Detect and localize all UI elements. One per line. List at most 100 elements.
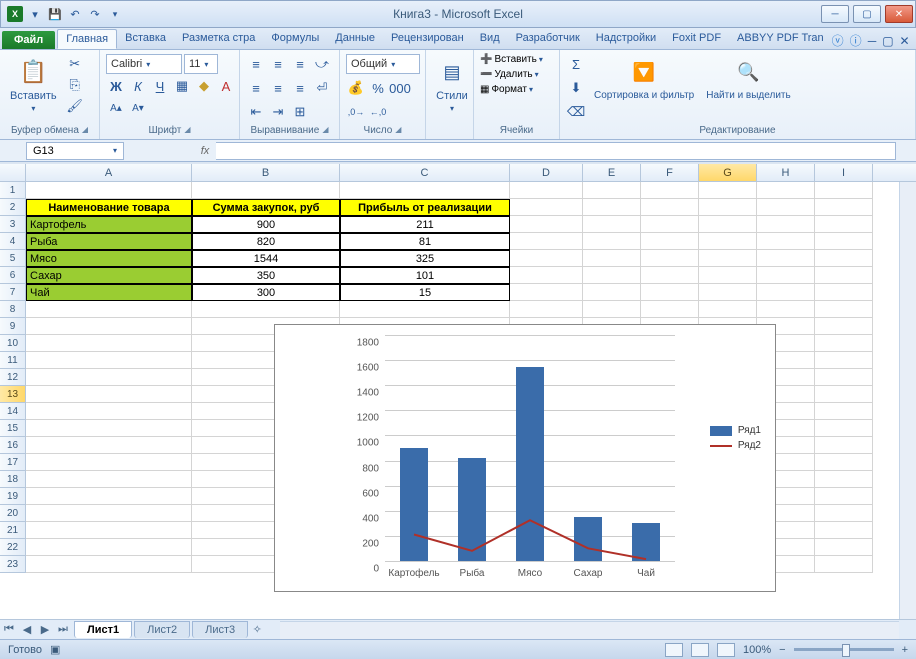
mdi-close-icon[interactable]: ✕	[900, 34, 910, 48]
cell-A22[interactable]	[26, 539, 192, 556]
cell-C7[interactable]: 15	[340, 284, 510, 301]
increase-font-icon[interactable]: A▴	[106, 98, 126, 118]
horizontal-scrollbar[interactable]	[280, 621, 899, 639]
ribbon-tab-10[interactable]: ABBYY PDF Tran	[729, 29, 832, 49]
cell-I21[interactable]	[815, 522, 873, 539]
row-header-12[interactable]: 12	[0, 369, 26, 386]
bold-button[interactable]: Ж	[106, 76, 126, 96]
sheet-nav-last-icon[interactable]: ⏭	[54, 623, 72, 636]
row-header-15[interactable]: 15	[0, 420, 26, 437]
sheet-nav-next-icon[interactable]: ▶	[36, 623, 54, 636]
fill-icon[interactable]: ⬇	[566, 78, 586, 98]
cell-I3[interactable]	[815, 216, 873, 233]
currency-icon[interactable]: 💰	[346, 78, 366, 98]
row-header-23[interactable]: 23	[0, 556, 26, 573]
cell-A13[interactable]	[26, 386, 192, 403]
formula-input[interactable]	[216, 142, 896, 160]
page-layout-view-button[interactable]	[691, 643, 709, 657]
cell-I7[interactable]	[815, 284, 873, 301]
cell-E6[interactable]	[583, 267, 641, 284]
sheet-nav-prev-icon[interactable]: ◀	[18, 623, 36, 636]
clear-icon[interactable]: ⌫	[566, 102, 586, 122]
select-all-corner[interactable]	[0, 164, 26, 181]
column-header-B[interactable]: B	[192, 164, 340, 181]
percent-icon[interactable]: %	[368, 78, 388, 98]
sheet-tab-2[interactable]: Лист3	[192, 621, 248, 638]
cell-H4[interactable]	[757, 233, 815, 250]
cell-I23[interactable]	[815, 556, 873, 573]
qat-more-icon[interactable]: ▾	[107, 6, 123, 22]
ribbon-tab-7[interactable]: Разработчик	[508, 29, 588, 49]
ribbon-tab-4[interactable]: Данные	[327, 29, 383, 49]
cell-A15[interactable]	[26, 420, 192, 437]
cell-A7[interactable]: Чай	[26, 284, 192, 301]
cell-A4[interactable]: Рыба	[26, 233, 192, 250]
cell-E8[interactable]	[583, 301, 641, 318]
cell-I8[interactable]	[815, 301, 873, 318]
cell-I20[interactable]	[815, 505, 873, 522]
cell-C6[interactable]: 101	[340, 267, 510, 284]
column-header-C[interactable]: C	[340, 164, 510, 181]
vertical-scrollbar[interactable]	[899, 182, 916, 619]
row-header-19[interactable]: 19	[0, 488, 26, 505]
cell-I13[interactable]	[815, 386, 873, 403]
cell-A3[interactable]: Картофель	[26, 216, 192, 233]
cell-A8[interactable]	[26, 301, 192, 318]
comma-icon[interactable]: 000	[390, 78, 410, 98]
cell-C2[interactable]: Прибыль от реализации	[340, 199, 510, 216]
ribbon-tab-3[interactable]: Формулы	[263, 29, 327, 49]
cell-D7[interactable]	[510, 284, 583, 301]
cell-D5[interactable]	[510, 250, 583, 267]
cell-E5[interactable]	[583, 250, 641, 267]
column-header-F[interactable]: F	[641, 164, 699, 181]
align-middle-icon[interactable]: ≡	[268, 54, 288, 74]
underline-button[interactable]: Ч	[150, 76, 170, 96]
zoom-out-button[interactable]: −	[779, 644, 785, 656]
cell-A12[interactable]	[26, 369, 192, 386]
decrease-font-icon[interactable]: A▾	[128, 98, 148, 118]
save-icon[interactable]: 💾	[47, 6, 63, 22]
cell-G5[interactable]	[699, 250, 757, 267]
cell-A1[interactable]	[26, 182, 192, 199]
cell-A19[interactable]	[26, 488, 192, 505]
cell-I14[interactable]	[815, 403, 873, 420]
cell-C3[interactable]: 211	[340, 216, 510, 233]
cell-F2[interactable]	[641, 199, 699, 216]
embedded-chart[interactable]: 020040060080010001200140016001800 Картоф…	[274, 324, 776, 592]
cell-D1[interactable]	[510, 182, 583, 199]
cell-I15[interactable]	[815, 420, 873, 437]
cell-F7[interactable]	[641, 284, 699, 301]
increase-decimal-icon[interactable]: ,0→	[346, 102, 366, 122]
cell-I5[interactable]	[815, 250, 873, 267]
align-right-icon[interactable]: ≡	[290, 78, 310, 98]
cell-I19[interactable]	[815, 488, 873, 505]
ribbon-tab-2[interactable]: Разметка стра	[174, 29, 263, 49]
cell-H8[interactable]	[757, 301, 815, 318]
row-header-7[interactable]: 7	[0, 284, 26, 301]
mdi-restore-icon[interactable]: ▢	[882, 34, 893, 48]
row-header-14[interactable]: 14	[0, 403, 26, 420]
row-header-21[interactable]: 21	[0, 522, 26, 539]
row-header-17[interactable]: 17	[0, 454, 26, 471]
help-icon[interactable]: ⓘ	[850, 32, 862, 49]
ribbon-tab-1[interactable]: Вставка	[117, 29, 174, 49]
copy-icon[interactable]: ⎘	[65, 75, 85, 95]
cell-I22[interactable]	[815, 539, 873, 556]
page-break-view-button[interactable]	[717, 643, 735, 657]
sheet-tab-1[interactable]: Лист2	[134, 621, 190, 638]
format-painter-icon[interactable]: 🖌	[65, 96, 85, 116]
cell-A5[interactable]: Мясо	[26, 250, 192, 267]
cell-I9[interactable]	[815, 318, 873, 335]
cell-H2[interactable]	[757, 199, 815, 216]
cell-F8[interactable]	[641, 301, 699, 318]
cell-E4[interactable]	[583, 233, 641, 250]
cell-G2[interactable]	[699, 199, 757, 216]
row-header-4[interactable]: 4	[0, 233, 26, 250]
cell-B6[interactable]: 350	[192, 267, 340, 284]
row-header-22[interactable]: 22	[0, 539, 26, 556]
row-header-5[interactable]: 5	[0, 250, 26, 267]
cell-B8[interactable]	[192, 301, 340, 318]
cell-D3[interactable]	[510, 216, 583, 233]
cell-B1[interactable]	[192, 182, 340, 199]
row-header-11[interactable]: 11	[0, 352, 26, 369]
